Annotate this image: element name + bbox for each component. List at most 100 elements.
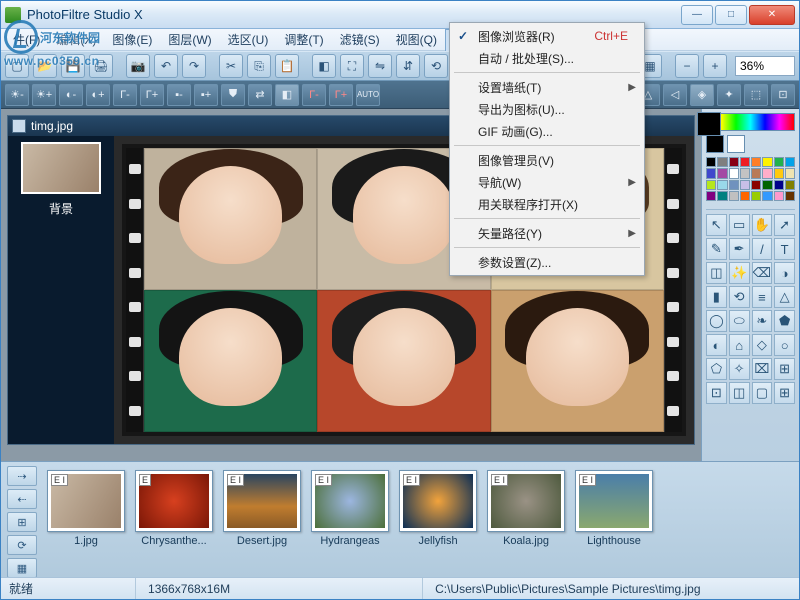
gamma-minus-icon[interactable]: Γ- — [113, 84, 137, 106]
swatch[interactable] — [774, 180, 784, 190]
color-spectrum[interactable] — [706, 113, 795, 131]
menu-item[interactable]: 图像浏览器(R)Ctrl+E — [452, 25, 642, 47]
flip-v-button[interactable]: ⇵ — [396, 54, 420, 78]
swatch[interactable] — [785, 180, 795, 190]
swatch[interactable] — [740, 180, 750, 190]
menu-7[interactable]: 视图(Q) — [388, 29, 445, 50]
browser-tool-2[interactable]: ⇠ — [7, 489, 37, 509]
tool-10[interactable]: ⌫ — [752, 262, 773, 284]
swatch[interactable] — [717, 157, 727, 167]
swatch[interactable] — [729, 157, 739, 167]
tool-13[interactable]: ⟲ — [729, 286, 750, 308]
scan-button[interactable]: 📷 — [126, 54, 150, 78]
menu-3[interactable]: 图层(W) — [160, 29, 219, 50]
menu-item[interactable]: 自动 / 批处理(S)... — [452, 47, 642, 69]
effect3-icon[interactable]: ⬚ — [744, 84, 768, 106]
tool-9[interactable]: ✨ — [729, 262, 750, 284]
rotate-left-button[interactable]: ⟲ — [424, 54, 448, 78]
saturation-minus-icon[interactable]: ▪- — [167, 84, 191, 106]
tool-31[interactable]: ⊞ — [774, 382, 795, 404]
zoom-out-button[interactable]: − — [675, 54, 699, 78]
tool-5[interactable]: ✒ — [729, 238, 750, 260]
gamma-red-plus-icon[interactable]: Γ+ — [329, 84, 353, 106]
copy-button[interactable]: ⎘ — [247, 54, 271, 78]
tool-29[interactable]: ◫ — [729, 382, 750, 404]
swatch[interactable] — [751, 157, 761, 167]
rgb-button[interactable]: ◧ — [312, 54, 336, 78]
tool-7[interactable]: T — [774, 238, 795, 260]
swatch[interactable] — [762, 191, 772, 201]
swatch[interactable] — [762, 180, 772, 190]
swatch[interactable] — [717, 180, 727, 190]
tool-25[interactable]: ✧ — [729, 358, 750, 380]
thumbnail-item[interactable]: E IHydrangeas — [311, 470, 389, 547]
thumbnail-item[interactable]: E IJellyfish — [399, 470, 477, 547]
browser-tool-1[interactable]: ⇢ — [7, 466, 37, 486]
menu-6[interactable]: 滤镜(S) — [332, 29, 388, 50]
swatch[interactable] — [717, 168, 727, 178]
menu-item[interactable]: 图像管理员(V) — [452, 149, 642, 171]
swatch[interactable] — [751, 180, 761, 190]
tool-22[interactable]: ◇ — [752, 334, 773, 356]
auto-icon[interactable]: AUTO — [356, 84, 380, 106]
menu-item[interactable]: 参数设置(Z)... — [452, 251, 642, 273]
background-color[interactable] — [727, 135, 745, 153]
tool-27[interactable]: ⊞ — [774, 358, 795, 380]
browser-tool-4[interactable]: ⟳ — [7, 535, 37, 555]
brightness-plus-icon[interactable]: ☀+ — [32, 84, 56, 106]
effect1-icon[interactable]: ◈ — [690, 84, 714, 106]
gamma-red-minus-icon[interactable]: Γ- — [302, 84, 326, 106]
flip-h-button[interactable]: ⇋ — [368, 54, 392, 78]
swatch[interactable] — [785, 168, 795, 178]
swatch[interactable] — [717, 191, 727, 201]
layer-thumbnail[interactable] — [21, 142, 101, 194]
tool-4[interactable]: ✎ — [706, 238, 727, 260]
tool-16[interactable]: ◯ — [706, 310, 727, 332]
browser-tool-3[interactable]: ⊞ — [7, 512, 37, 532]
brightness-minus-icon[interactable]: ☀- — [5, 84, 29, 106]
resize-button[interactable]: ⛶ — [340, 54, 364, 78]
minimize-button[interactable]: — — [681, 5, 713, 25]
swatch[interactable] — [774, 168, 784, 178]
menu-4[interactable]: 选区(U) — [220, 29, 277, 50]
thumbnail-item[interactable]: E IKoala.jpg — [487, 470, 565, 547]
cut-button[interactable]: ✂ — [219, 54, 243, 78]
swatch[interactable] — [774, 157, 784, 167]
zoom-combo[interactable]: 36% — [735, 56, 795, 76]
contrast-minus-icon[interactable]: ◐- — [59, 84, 83, 106]
swatch[interactable] — [751, 168, 761, 178]
thumbnail-item[interactable]: E IDesert.jpg — [223, 470, 301, 547]
menu-item[interactable]: 矢量路径(Y)▶ — [452, 222, 642, 244]
tool-28[interactable]: ⊡ — [706, 382, 727, 404]
tool-15[interactable]: △ — [774, 286, 795, 308]
swatch[interactable] — [740, 168, 750, 178]
foreground-color[interactable] — [706, 135, 724, 153]
thumbnail-item[interactable]: EChrysanthe... — [135, 470, 213, 547]
swatch[interactable] — [706, 168, 716, 178]
menu-2[interactable]: 图像(E) — [104, 29, 160, 50]
thumbnail-item[interactable]: E ILighthouse — [575, 470, 653, 547]
swatch[interactable] — [762, 168, 772, 178]
levels-icon[interactable]: ⇄ — [248, 84, 272, 106]
zoom-in-button[interactable]: + — [703, 54, 727, 78]
effect2-icon[interactable]: ✦ — [717, 84, 741, 106]
tool-0[interactable]: ↖ — [706, 214, 727, 236]
swatch[interactable] — [706, 157, 716, 167]
grayscale-icon[interactable]: ◧ — [275, 84, 299, 106]
saturation-plus-icon[interactable]: ▪+ — [194, 84, 218, 106]
tool-23[interactable]: ○ — [774, 334, 795, 356]
undo-button[interactable]: ↶ — [154, 54, 178, 78]
paste-button[interactable]: 📋 — [275, 54, 299, 78]
tool-1[interactable]: ▭ — [729, 214, 750, 236]
swatch[interactable] — [740, 191, 750, 201]
close-button[interactable]: ✕ — [749, 5, 795, 25]
tool-24[interactable]: ⬠ — [706, 358, 727, 380]
gamma-plus-icon[interactable]: Γ+ — [140, 84, 164, 106]
menu-item[interactable]: 设置墙纸(T)▶ — [452, 76, 642, 98]
blur-icon[interactable]: ◁ — [663, 84, 687, 106]
effect4-icon[interactable]: ⊡ — [771, 84, 795, 106]
tool-19[interactable]: ⬟ — [774, 310, 795, 332]
contrast-plus-icon[interactable]: ◐+ — [86, 84, 110, 106]
browser-tool-5[interactable]: ▦ — [7, 558, 37, 578]
swatch[interactable] — [774, 191, 784, 201]
